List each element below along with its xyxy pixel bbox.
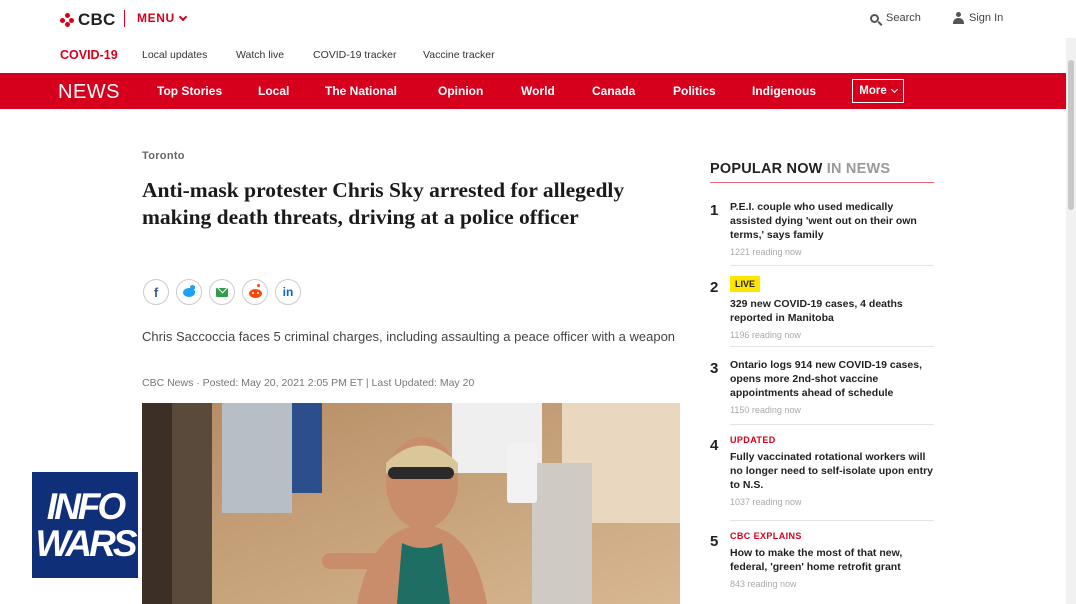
share-buttons: f in	[143, 279, 301, 305]
popular-rank: 1	[710, 202, 719, 219]
popular-title[interactable]: How to make the most of that new, federa…	[730, 546, 935, 574]
popular-divider	[710, 182, 934, 183]
popular-rank: 4	[710, 437, 719, 454]
top-bar: CBC MENU Search Sign In	[0, 0, 1076, 38]
popular-rank: 5	[710, 533, 719, 550]
popular-separator	[730, 424, 934, 425]
nav-opinion[interactable]: Opinion	[438, 84, 483, 98]
updated-tag: UPDATED	[730, 435, 776, 445]
covid-link-vaccine-tracker[interactable]: Vaccine tracker	[423, 49, 495, 61]
cbc-explains-tag: CBC EXPLAINS	[730, 531, 802, 541]
popular-title[interactable]: Fully vaccinated rotational workers will…	[730, 450, 935, 492]
popular-heading-main: POPULAR NOW	[710, 161, 823, 177]
covid-bar: COVID-19 Local updates Watch live COVID-…	[0, 38, 1076, 72]
popular-now-heading: POPULAR NOW IN NEWS	[710, 161, 890, 177]
news-section-title[interactable]: NEWS	[58, 81, 120, 104]
twitter-icon	[183, 284, 195, 297]
live-badge: LIVE	[730, 276, 761, 292]
nav-politics[interactable]: Politics	[673, 84, 716, 98]
infowars-logo: INFO WARS	[32, 472, 138, 578]
logo-line-2: WARS	[35, 523, 138, 564]
article-section-link[interactable]: Toronto	[142, 150, 185, 162]
covid-link-tracker[interactable]: COVID-19 tracker	[313, 49, 396, 61]
linkedin-share-button[interactable]: in	[275, 279, 301, 305]
popular-separator	[730, 520, 934, 521]
popular-title[interactable]: P.E.I. couple who used medically assiste…	[730, 200, 935, 242]
logo-line-1: INFO	[46, 486, 126, 527]
news-nav: NEWS Top Stories Local The National Opin…	[0, 73, 1076, 109]
search-icon	[870, 13, 879, 23]
search-button[interactable]: Search	[870, 12, 921, 24]
menu-label: MENU	[137, 11, 175, 25]
popular-heading-sub: IN NEWS	[826, 161, 891, 177]
covid-label[interactable]: COVID-19	[60, 48, 118, 62]
facebook-icon: f	[153, 284, 159, 300]
sign-in-label: Sign In	[969, 12, 1004, 24]
popular-title[interactable]: 329 new COVID-19 cases, 4 deaths reporte…	[730, 297, 935, 325]
popular-rank: 3	[710, 360, 719, 377]
menu-button[interactable]: MENU	[137, 11, 187, 25]
twitter-share-button[interactable]	[176, 279, 202, 305]
page-scrollbar-thumb[interactable]	[1068, 60, 1074, 210]
cbc-gem-icon	[60, 13, 74, 27]
cbc-logo-text: CBC	[78, 10, 116, 29]
email-share-button[interactable]	[209, 279, 235, 305]
popular-separator	[730, 265, 934, 266]
search-label: Search	[886, 12, 921, 24]
protester-photo-illustration	[142, 403, 680, 604]
popular-reading-count: 843 reading now	[730, 579, 797, 589]
cbc-logo[interactable]: CBC	[60, 10, 115, 30]
article-headline: Anti-mask protester Chris Sky arrested f…	[142, 178, 625, 229]
nav-indigenous[interactable]: Indigenous	[752, 84, 816, 98]
reddit-icon	[248, 283, 262, 298]
nav-top-stories[interactable]: Top Stories	[157, 84, 222, 98]
popular-rank: 2	[710, 279, 719, 296]
nav-world[interactable]: World	[521, 84, 555, 98]
nav-canada[interactable]: Canada	[592, 84, 635, 98]
chevron-down-icon	[890, 85, 898, 94]
covid-link-local-updates[interactable]: Local updates	[142, 49, 207, 61]
header-divider	[124, 10, 125, 27]
popular-reading-count: 1150 reading now	[730, 405, 801, 415]
article-deck: Chris Saccoccia faces 5 criminal charges…	[142, 329, 676, 344]
more-label: More	[859, 85, 887, 97]
popular-reading-count: 1196 reading now	[730, 330, 801, 340]
email-icon	[216, 287, 228, 297]
nav-more-button[interactable]: More	[852, 79, 904, 103]
popular-title[interactable]: Ontario logs 914 new COVID-19 cases, ope…	[730, 358, 935, 400]
facebook-share-button[interactable]: f	[143, 279, 169, 305]
user-icon	[953, 12, 964, 24]
article-byline: CBC News · Posted: May 20, 2021 2:05 PM …	[142, 377, 475, 389]
covid-link-watch-live[interactable]: Watch live	[236, 49, 284, 61]
popular-reading-count: 1037 reading now	[730, 497, 802, 507]
linkedin-icon: in	[282, 285, 294, 299]
popular-reading-count: 1221 reading now	[730, 247, 802, 257]
popular-separator	[730, 346, 934, 347]
article-photo	[142, 403, 680, 604]
nav-local[interactable]: Local	[258, 84, 289, 98]
chevron-down-icon	[178, 12, 187, 21]
reddit-share-button[interactable]	[242, 279, 268, 305]
sign-in-button[interactable]: Sign In	[953, 12, 1003, 24]
nav-the-national[interactable]: The National	[325, 84, 397, 98]
